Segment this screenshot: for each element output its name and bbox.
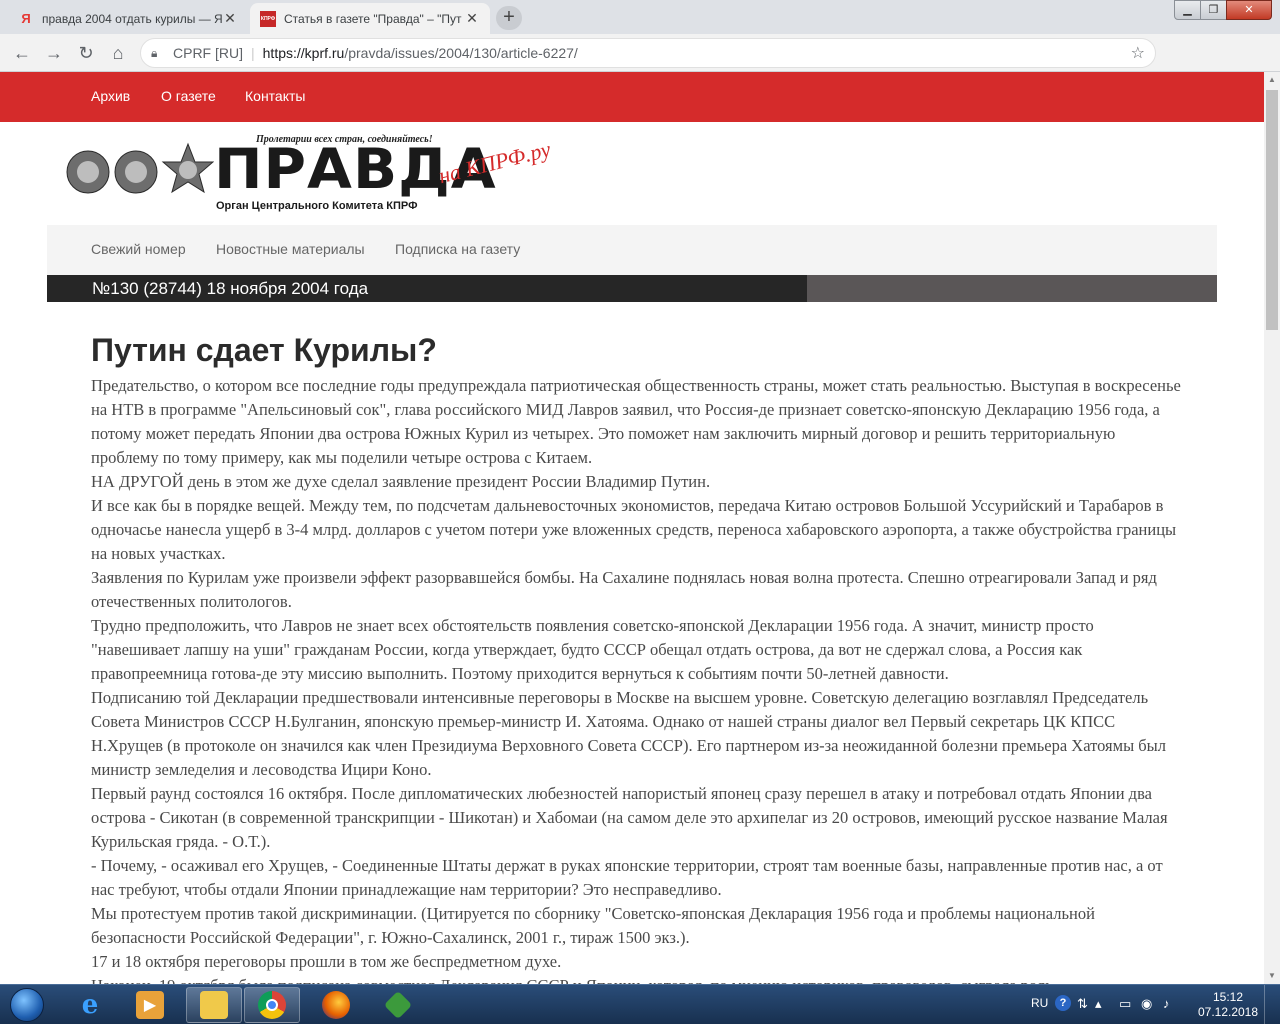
article-paragraph: Заявления по Курилам уже произвели эффек…	[91, 568, 1157, 611]
pravda-masthead[interactable]: Пролетарии всех стран, соединяйтесь! ПРА…	[66, 134, 566, 214]
article-paragraph: Трудно предположить, что Лавров не знает…	[91, 616, 1094, 683]
url-text[interactable]: https://kprf.ru/pravda/issues/2004/130/a…	[263, 45, 578, 61]
taskbar-app[interactable]	[370, 987, 426, 1023]
clock[interactable]: 15:12 07.12.2018	[1195, 990, 1261, 1020]
nav-link-archive[interactable]: Архив	[91, 88, 130, 104]
taskbar-media-player[interactable]: ▶	[122, 987, 178, 1023]
article-paragraph: Мы протестуем против такой дискриминации…	[91, 904, 1095, 947]
tray-options-icon[interactable]: ⇅	[1077, 996, 1088, 1012]
article-paragraph: Первый раунд состоялся 16 октября. После…	[91, 784, 1168, 851]
reload-icon[interactable]: ↻	[72, 40, 100, 66]
system-tray: RU ? ⇅ ▴ ▭ ◉ ♪ 15:12 07.12.2018	[1025, 985, 1280, 1024]
minimize-window-button[interactable]: ▁	[1174, 0, 1201, 20]
bookmark-star-icon[interactable]: ☆	[1131, 43, 1145, 63]
start-button[interactable]	[3, 986, 51, 1024]
skype-icon[interactable]: ◉	[1141, 996, 1152, 1012]
clock-date: 07.12.2018	[1197, 1005, 1259, 1019]
tab-title: правда 2004 отдать курилы — Я	[42, 11, 222, 26]
close-tab-icon[interactable]: ✕	[222, 10, 238, 27]
media-player-icon: ▶	[136, 991, 164, 1019]
taskbar-chrome[interactable]	[244, 987, 300, 1023]
show-hidden-icons-icon[interactable]: ▴	[1095, 996, 1102, 1012]
page-viewport: Архив О газете Контакты Пролетарии всех …	[0, 72, 1264, 984]
forward-arrow-icon[interactable]: →	[40, 40, 68, 66]
tab-pravda-article[interactable]: КПРФ Статья в газете "Правда" – "Пут ✕	[250, 3, 490, 34]
close-window-button[interactable]: ✕	[1226, 0, 1272, 20]
nav-link-news[interactable]: Новостные материалы	[216, 241, 365, 257]
scroll-up-icon[interactable]: ▲	[1264, 72, 1280, 88]
article-paragraph: Предательство, о котором все последние г…	[91, 376, 1181, 467]
issue-number: №130 (28744) 18 ноября 2004 года	[92, 279, 369, 298]
section-nav: Свежий номер Новостные материалы Подписк…	[47, 225, 1217, 275]
folder-icon	[200, 991, 228, 1019]
nav-link-latest-issue[interactable]: Свежий номер	[91, 241, 186, 257]
windows-logo-icon	[10, 988, 44, 1022]
chrome-icon	[258, 991, 286, 1019]
url-host: https://kprf.ru	[262, 45, 345, 61]
help-icon[interactable]: ?	[1055, 995, 1071, 1011]
site-identity[interactable]: CPRF [RU]	[173, 45, 243, 61]
close-tab-icon[interactable]: ✕	[464, 10, 480, 27]
article-paragraph: НА ДРУГОЙ день в этом же духе сделал зая…	[91, 472, 711, 491]
tab-title: Статья в газете "Правда" – "Пут	[284, 11, 462, 26]
url-path: /pravda/issues/2004/130/article-6227/	[344, 45, 578, 61]
scroll-down-icon[interactable]: ▼	[1264, 968, 1280, 984]
new-tab-button[interactable]: +	[496, 6, 522, 30]
home-icon[interactable]: ⌂	[104, 40, 132, 66]
article-paragraph: Подписанию той Декларации предшествовали…	[91, 688, 1167, 779]
soviet-orders-emblem-icon	[66, 142, 214, 194]
language-indicator[interactable]: RU	[1031, 996, 1048, 1010]
taskbar-firefox[interactable]	[308, 987, 364, 1023]
yandex-favicon-icon: Я	[21, 11, 31, 26]
windows-taskbar: e ▶ RU ? ⇅ ▴ ▭ ◉ ♪ 15:12 07.12.2018	[0, 984, 1280, 1024]
nav-link-subscription[interactable]: Подписка на газету	[395, 241, 520, 257]
masthead-organ-line: Орган Центрального Комитета КПРФ	[216, 200, 418, 212]
tab-strip: Я правда 2004 отдать курилы — Я ✕ КПРФ С…	[0, 0, 1280, 34]
taskbar-ie[interactable]: e	[62, 987, 118, 1023]
issue-bar: №130 (28744) 18 ноября 2004 года	[47, 275, 1217, 302]
show-desktop-button[interactable]	[1264, 985, 1280, 1024]
nav-link-contacts[interactable]: Контакты	[245, 88, 305, 104]
browser-toolbar: ← → ↻ ⌂ 🔒︎ CPRF [RU] | https://kprf.ru/p…	[0, 34, 1280, 97]
volume-icon[interactable]: ♪	[1163, 996, 1170, 1011]
article-paragraph: 17 и 18 октября переговоры прошли в том …	[91, 952, 562, 971]
article-paragraph: Наконец, 19 октября была подписана совме…	[91, 974, 1181, 984]
firefox-icon	[322, 991, 350, 1019]
article-paragraph: И все как бы в порядке вещей. Между тем,…	[91, 496, 1177, 563]
address-bar[interactable]: 🔒︎ CPRF [RU] | https://kprf.ru/pravda/is…	[140, 38, 1156, 68]
back-arrow-icon[interactable]: ←	[8, 40, 36, 66]
site-top-nav: Архив О газете Контакты	[0, 72, 1264, 122]
network-icon[interactable]: ▭	[1119, 996, 1131, 1012]
address-separator: |	[251, 45, 255, 61]
tab-yandex-search[interactable]: Я правда 2004 отдать курилы — Я ✕	[8, 3, 248, 34]
article: Путин сдает Курилы? Предательство, о кот…	[91, 330, 1181, 984]
article-paragraph: - Почему, - осаживал его Хрущев, - Соеди…	[91, 856, 1163, 899]
nav-link-about[interactable]: О газете	[161, 88, 216, 104]
lock-icon[interactable]: 🔒︎	[151, 46, 167, 61]
green-app-icon	[383, 990, 413, 1020]
article-title: Путин сдает Курилы?	[91, 332, 437, 368]
scrollbar-thumb[interactable]	[1266, 90, 1278, 330]
page-scrollbar[interactable]: ▲ ▼	[1264, 72, 1280, 984]
internet-explorer-icon: e	[81, 990, 99, 1020]
clock-time: 15:12	[1212, 990, 1244, 1004]
kprf-favicon-icon: КПРФ	[260, 10, 276, 27]
maximize-window-button[interactable]: ❐	[1200, 0, 1227, 20]
taskbar-explorer[interactable]	[186, 987, 242, 1023]
